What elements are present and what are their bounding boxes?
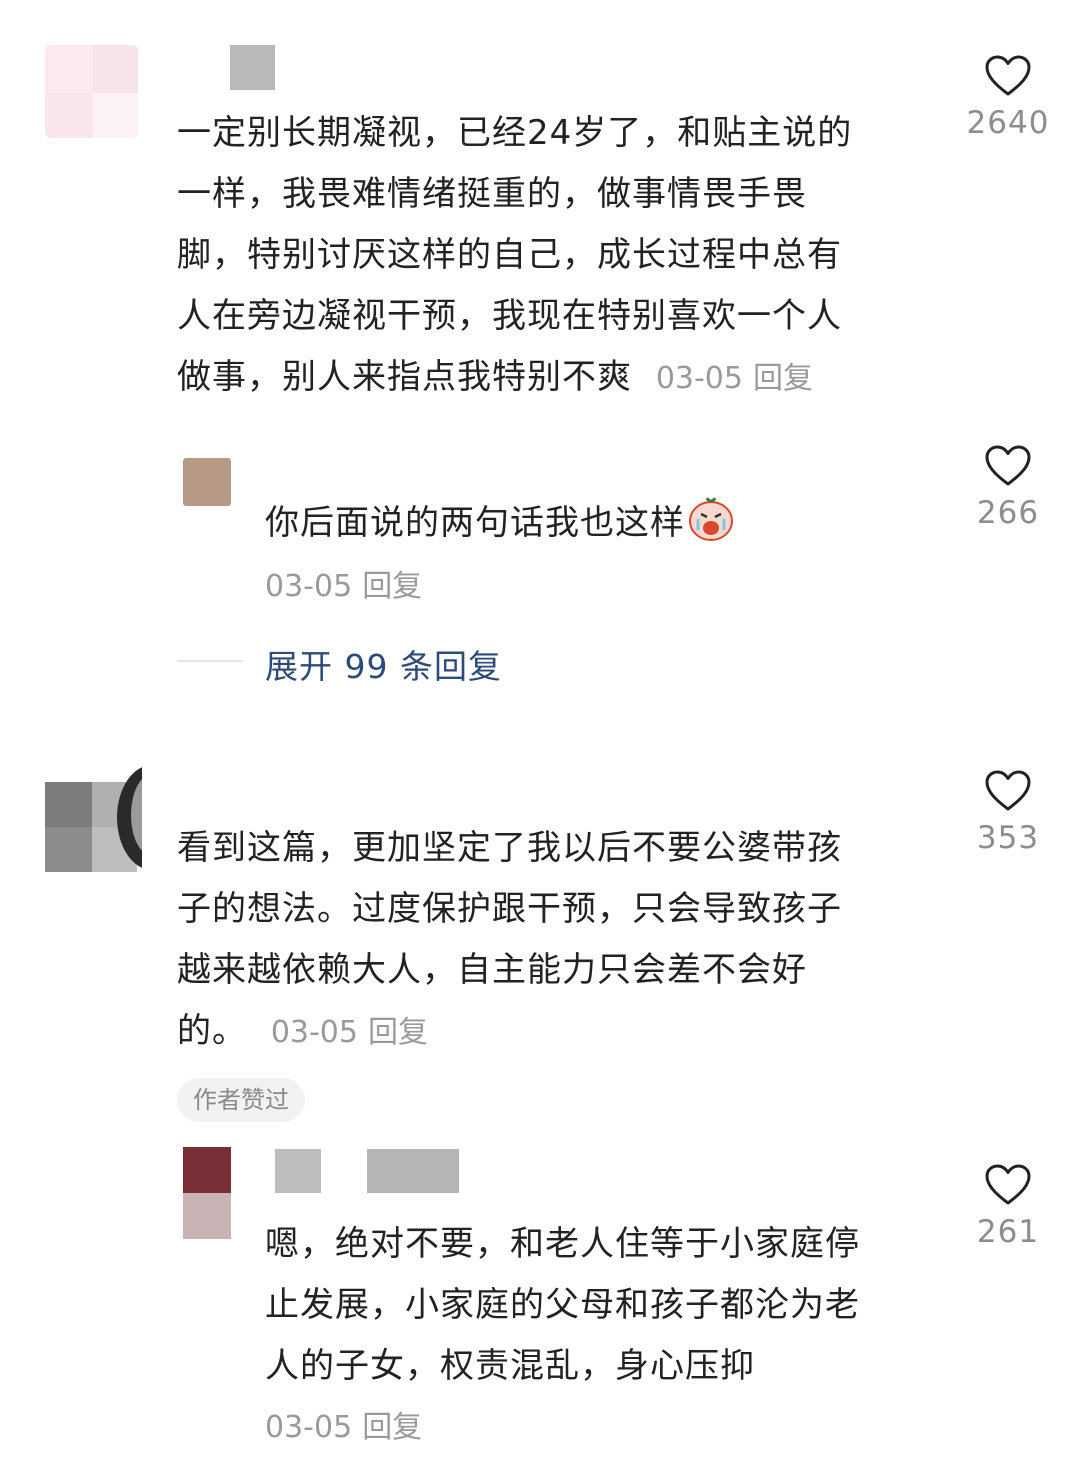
- avatar[interactable]: [183, 1147, 231, 1239]
- reply-button[interactable]: 回复: [362, 1410, 422, 1445]
- reply-button[interactable]: 回复: [362, 569, 422, 604]
- comment-text-tail: 做事，别人来指点我特别不爽: [177, 357, 632, 397]
- heart-outline-icon: [985, 55, 1031, 96]
- reply-text-line: 人的子女，权责混乱，身心压抑: [265, 1346, 755, 1386]
- comment-text-line: 一定别长期凝视，已经24岁了，和贴主说的: [177, 113, 853, 153]
- like-count: 2640: [966, 105, 1050, 141]
- username-redacted[interactable]: [367, 1149, 459, 1193]
- reply-button[interactable]: 回复: [368, 1015, 428, 1050]
- like-count: 261: [976, 1214, 1040, 1250]
- username-redacted[interactable]: [275, 1149, 321, 1193]
- like-button[interactable]: 261: [953, 1164, 1063, 1250]
- comment-text-line: 的。 03-05 回复: [177, 1001, 428, 1063]
- comment-text-line: 人在旁边凝视干预，我现在特别喜欢一个人: [177, 296, 842, 336]
- username-redacted[interactable]: [230, 45, 275, 90]
- comment-text-tail: 的。: [177, 1011, 247, 1051]
- avatar[interactable]: [45, 45, 138, 138]
- like-button[interactable]: 266: [953, 445, 1063, 531]
- comment-date: 03-05: [655, 361, 743, 396]
- like-count: 266: [976, 495, 1040, 531]
- crying-face-emoji: [687, 494, 735, 562]
- comment-meta: 03-05 回复: [656, 361, 813, 396]
- heart-outline-icon: [985, 1164, 1031, 1205]
- reply-date: 03-05: [265, 569, 353, 604]
- avatar[interactable]: [45, 765, 142, 872]
- expand-replies-button[interactable]: 展开 99 条回复: [265, 640, 502, 688]
- reply-button[interactable]: 回复: [753, 361, 813, 396]
- reply-meta: 03-05 回复: [265, 1397, 422, 1458]
- comment-text-line: 一样，我畏难情绪挺重的，做事情畏手畏: [177, 174, 807, 214]
- comment-date: 03-05: [270, 1015, 358, 1050]
- heart-outline-icon: [985, 770, 1031, 811]
- reply-meta: 03-05 回复: [265, 556, 422, 617]
- comment-text-line: 子的想法。过度保护跟干预，只会导致孩子: [177, 889, 842, 929]
- reply-date: 03-05: [265, 1410, 353, 1445]
- heart-outline-icon: [985, 445, 1031, 486]
- expand-replies-line: [177, 660, 243, 662]
- author-liked-badge: 作者赞过: [177, 1078, 305, 1122]
- like-button[interactable]: 353: [953, 770, 1063, 856]
- like-button[interactable]: 2640: [953, 55, 1063, 141]
- comment-text-line: 越来越依赖大人，自主能力只会差不会好: [177, 950, 807, 990]
- comment-meta: 03-05 回复: [271, 1015, 428, 1050]
- avatar[interactable]: [183, 458, 231, 506]
- like-count: 353: [976, 820, 1040, 856]
- reply-text-line: 止发展，小家庭的父母和孩子都沦为老: [265, 1285, 860, 1325]
- reply-text: 你后面说的两句话我也这样: [265, 503, 685, 543]
- comment-text-line: 脚，特别讨厌这样的自己，成长过程中总有: [177, 235, 842, 275]
- reply-text-line: 你后面说的两句话我也这样: [265, 493, 735, 562]
- reply-text-line: 嗯，绝对不要，和老人住等于小家庭停: [265, 1224, 860, 1264]
- comment-text-line: 看到这篇，更加坚定了我以后不要公婆带孩: [177, 828, 842, 868]
- comment-text-line: 做事，别人来指点我特别不爽 03-05 回复: [177, 347, 813, 409]
